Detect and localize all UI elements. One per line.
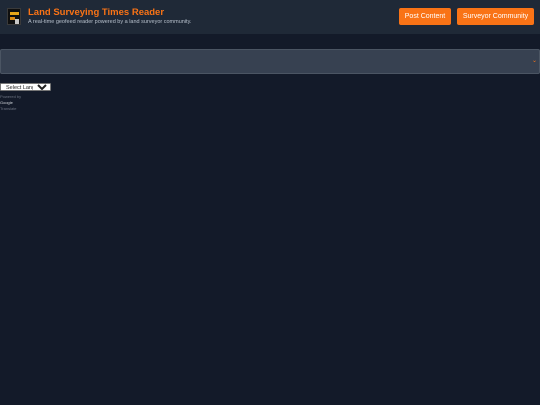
google-label: Google [0,100,13,105]
chevron-down-icon[interactable]: ⌄ [532,58,537,64]
surveyor-community-button[interactable]: Surveyor Community [457,8,534,25]
collapsible-panel[interactable]: ⌄ [0,49,540,74]
surveyor-logo-icon[interactable] [7,8,21,25]
app-header: Land Surveying Times Reader A real-time … [0,0,540,34]
post-content-button[interactable]: Post Content [399,8,451,25]
language-select[interactable]: Select Language [0,83,51,91]
translate-link[interactable]: Translate [0,106,17,111]
powered-by-label: Powered by [0,94,22,99]
app-title[interactable]: Land Surveying Times Reader [28,7,164,18]
app-subtitle: A real-time geofeed reader powered by a … [28,19,192,25]
